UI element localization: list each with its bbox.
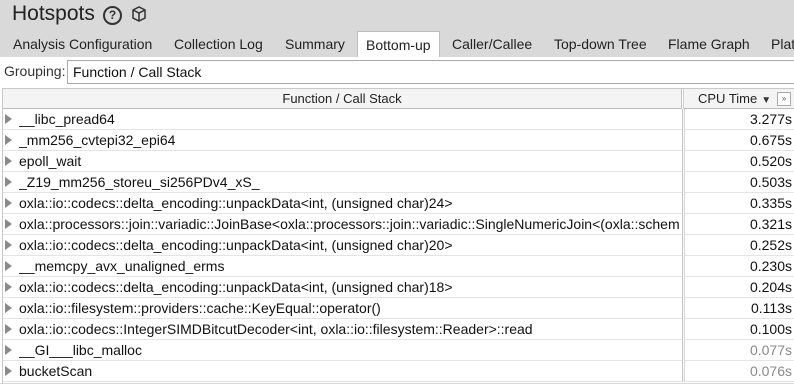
- function-name: oxla::io::codecs::delta_encoding::unpack…: [19, 237, 453, 253]
- cpu-time-value: 0.503s: [749, 174, 792, 190]
- cpu-time-value: 0.252s: [749, 237, 792, 253]
- cube-link-icon[interactable]: [130, 5, 148, 23]
- table-row[interactable]: oxla::io::codecs::delta_encoding::unpack…: [3, 235, 794, 256]
- tab-bottom-up[interactable]: Bottom-up: [357, 31, 440, 57]
- cpu-time-value: 0.321s: [749, 216, 792, 232]
- title-bar: Hotspots ?: [0, 0, 794, 30]
- page-title: Hotspots: [12, 2, 95, 25]
- cpu-time-value: 0.076s: [749, 363, 792, 379]
- expand-arrow-icon[interactable]: [5, 240, 12, 250]
- table-row[interactable]: bucketScan 0.076s: [3, 361, 794, 382]
- tab-top-down-tree[interactable]: Top-down Tree: [554, 31, 647, 57]
- cpu-time-value: 0.204s: [749, 279, 792, 295]
- column-header-function[interactable]: Function / Call Stack: [3, 89, 682, 109]
- table-row[interactable]: oxla::io::filesystem::providers::cache::…: [3, 298, 794, 319]
- function-name: oxla::io::codecs::IntegerSIMDBitcutDecod…: [19, 321, 533, 337]
- table-row[interactable]: _Z19_mm256_storeu_si256PDv4_xS_ 0.503s: [3, 172, 794, 193]
- column-header-cpu-time[interactable]: CPU Time ▼ »: [683, 89, 794, 109]
- column-header-cpu-label: CPU Time: [698, 91, 758, 106]
- table-row[interactable]: oxla::io::codecs::delta_encoding::unpack…: [3, 193, 794, 214]
- expand-arrow-icon[interactable]: [5, 303, 12, 313]
- expand-arrow-icon[interactable]: [5, 156, 12, 166]
- expand-arrow-icon[interactable]: [5, 282, 12, 292]
- column-header-function-label: Function / Call Stack: [282, 91, 402, 106]
- tab-summary[interactable]: Summary: [285, 31, 345, 57]
- table-row[interactable]: __memcpy_avx_unaligned_erms 0.230s: [3, 256, 794, 277]
- function-name: oxla::io::codecs::delta_encoding::unpack…: [19, 279, 453, 295]
- cpu-time-value: 0.100s: [749, 321, 792, 337]
- function-name: __libc_pread64: [19, 111, 115, 127]
- expand-arrow-icon[interactable]: [5, 198, 12, 208]
- cpu-time-value: 3.277s: [749, 111, 792, 127]
- table-row[interactable]: oxla::io::codecs::IntegerSIMDBitcutDecod…: [3, 319, 794, 340]
- function-name: _Z19_mm256_storeu_si256PDv4_xS_: [19, 174, 260, 190]
- function-name: bucketScan: [19, 363, 93, 379]
- table-row[interactable]: __libc_pread64 3.277s: [3, 109, 794, 130]
- table-row[interactable]: epoll_wait 0.520s: [3, 151, 794, 172]
- cpu-time-value: 0.077s: [749, 342, 792, 358]
- tab-flame-graph[interactable]: Flame Graph: [668, 31, 750, 57]
- expand-arrow-icon[interactable]: [5, 219, 12, 229]
- function-name: __GI___libc_malloc: [19, 342, 142, 358]
- tab-platform[interactable]: Plat: [771, 31, 794, 57]
- function-name: oxla::io::codecs::delta_encoding::unpack…: [19, 195, 453, 211]
- sort-descending-icon: ▼: [761, 95, 772, 106]
- expand-arrow-icon[interactable]: [5, 366, 12, 376]
- function-name: __memcpy_avx_unaligned_erms: [19, 258, 225, 274]
- expand-arrow-icon[interactable]: [5, 261, 12, 271]
- cpu-time-value: 0.675s: [749, 132, 792, 148]
- table-row[interactable]: __GI___libc_malloc 0.077s: [3, 340, 794, 361]
- tab-analysis-configuration[interactable]: Analysis Configuration: [13, 31, 152, 57]
- cpu-time-value: 0.113s: [751, 300, 792, 316]
- expand-arrow-icon[interactable]: [5, 177, 12, 187]
- help-icon[interactable]: ?: [103, 6, 122, 25]
- bottom-up-panel: Grouping: Function / Call Stack Function…: [0, 57, 794, 384]
- function-name: oxla::processors::join::variadic::JoinBa…: [19, 216, 680, 232]
- function-name: _mm256_cvtepi32_epi64: [19, 132, 176, 148]
- expand-arrow-icon[interactable]: [5, 324, 12, 334]
- table-row[interactable]: oxla::io::codecs::delta_encoding::unpack…: [3, 277, 794, 298]
- expand-arrow-icon[interactable]: [5, 345, 12, 355]
- table-row[interactable]: oxla::processors::join::variadic::JoinBa…: [3, 214, 794, 235]
- function-name: oxla::io::filesystem::providers::cache::…: [19, 300, 381, 316]
- grouping-select[interactable]: Function / Call Stack: [67, 60, 794, 84]
- function-name: epoll_wait: [19, 153, 82, 169]
- cpu-time-value: 0.335s: [749, 195, 792, 211]
- call-stack-grid: Function / Call Stack CPU Time ▼ » __libc…: [2, 88, 794, 384]
- table-row[interactable]: _mm256_cvtepi32_epi64 0.675s: [3, 130, 794, 151]
- tab-bar: Analysis Configuration Collection Log Su…: [0, 31, 794, 57]
- expand-arrow-icon[interactable]: [5, 114, 12, 124]
- cpu-time-value: 0.230s: [749, 258, 792, 274]
- grouping-label: Grouping:: [4, 63, 66, 79]
- expand-arrow-icon[interactable]: [5, 135, 12, 145]
- tab-collection-log[interactable]: Collection Log: [174, 31, 263, 57]
- tab-caller-callee[interactable]: Caller/Callee: [452, 31, 532, 57]
- cpu-time-value: 0.520s: [749, 153, 792, 169]
- expand-columns-icon[interactable]: »: [777, 92, 791, 106]
